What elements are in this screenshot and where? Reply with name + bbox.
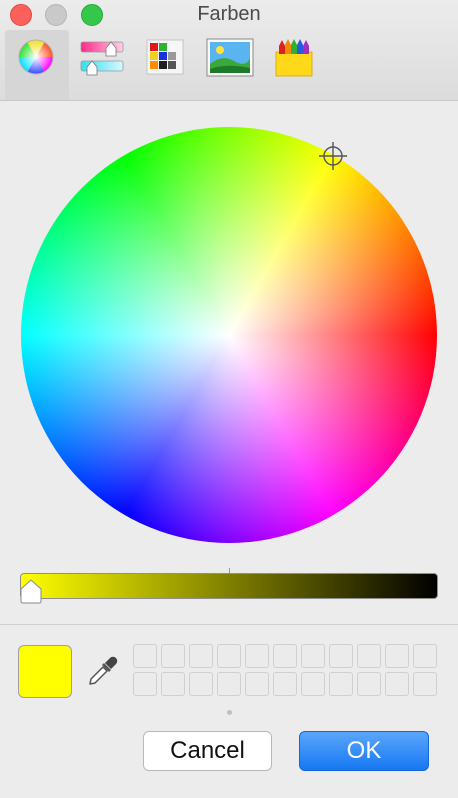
pencils-icon <box>275 39 313 77</box>
cancel-button[interactable]: Cancel <box>143 731 272 771</box>
swatch-slot[interactable] <box>217 672 241 696</box>
custom-swatch-grid <box>133 644 437 696</box>
swatch-slot[interactable] <box>245 672 269 696</box>
swatch-slot[interactable] <box>385 644 409 668</box>
swatch-slot[interactable] <box>413 644 437 668</box>
tab-color-sliders[interactable] <box>70 30 134 100</box>
tab-pencils[interactable] <box>262 30 326 100</box>
page-indicator-dot <box>227 710 232 715</box>
swatch-slot[interactable] <box>189 672 213 696</box>
color-wheel[interactable] <box>21 127 437 543</box>
window-titlebar: Farben <box>0 0 458 101</box>
eyedropper-icon[interactable] <box>86 654 120 688</box>
window-title: Farben <box>197 3 261 25</box>
swatch-slot[interactable] <box>329 672 353 696</box>
swatch-slot[interactable] <box>273 672 297 696</box>
color-wheel-icon <box>18 39 54 75</box>
current-color-swatch[interactable] <box>18 645 72 698</box>
brightness-slider[interactable] <box>20 573 438 599</box>
swatch-slot[interactable] <box>329 644 353 668</box>
swatch-slot[interactable] <box>217 644 241 668</box>
swatch-slot[interactable] <box>189 644 213 668</box>
swatch-slot[interactable] <box>133 672 157 696</box>
swatch-slot[interactable] <box>301 644 325 668</box>
tab-color-palettes[interactable] <box>135 30 199 100</box>
swatch-slot[interactable] <box>413 672 437 696</box>
swatch-slot[interactable] <box>385 672 409 696</box>
swatch-slot[interactable] <box>357 644 381 668</box>
section-divider <box>0 624 458 625</box>
color-crosshair-icon[interactable] <box>319 142 347 170</box>
swatch-slot[interactable] <box>301 672 325 696</box>
swatch-slot[interactable] <box>273 644 297 668</box>
swatch-slot[interactable] <box>357 672 381 696</box>
brightness-slider-knob[interactable] <box>19 578 43 604</box>
color-sliders-icon <box>80 41 124 76</box>
ok-button[interactable]: OK <box>299 731 429 771</box>
image-palettes-icon <box>206 38 254 77</box>
swatch-slot[interactable] <box>161 644 185 668</box>
swatch-slot[interactable] <box>245 644 269 668</box>
color-palettes-icon <box>146 39 184 75</box>
tab-color-wheel[interactable] <box>5 30 69 100</box>
swatch-slot[interactable] <box>133 644 157 668</box>
tab-image-palettes[interactable] <box>198 30 262 100</box>
swatch-slot[interactable] <box>161 672 185 696</box>
